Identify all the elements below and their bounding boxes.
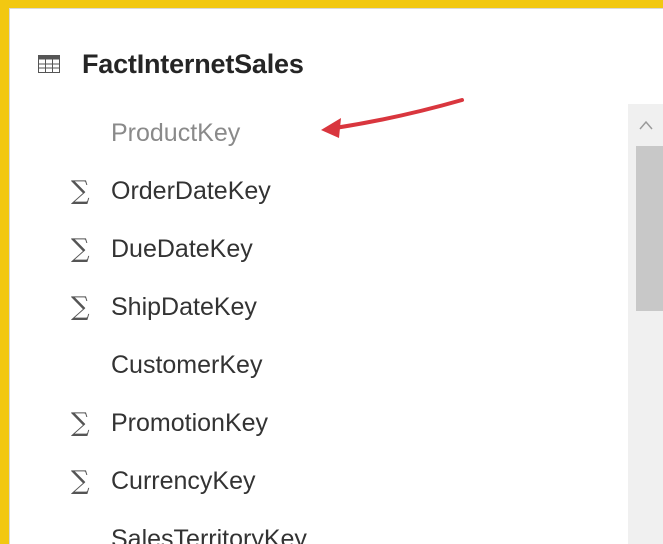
field-item[interactable]: ∑ OrderDateKey <box>71 162 307 220</box>
field-label: DueDateKey <box>111 234 253 263</box>
field-list: ProductKey ∑ OrderDateKey ∑ DueDateKey ∑ ShipD… <box>71 104 307 544</box>
field-item[interactable]: ∑ ShipDateKey <box>71 278 307 336</box>
scrollbar-thumb[interactable] <box>636 146 663 311</box>
annotation-arrow <box>321 98 464 138</box>
vertical-scrollbar[interactable] <box>628 104 663 544</box>
field-label: PromotionKey <box>111 408 269 437</box>
field-label: OrderDateKey <box>111 176 271 205</box>
field-item[interactable]: ∑ CurrencyKey <box>71 452 307 510</box>
field-label: SalesTerritoryKey <box>111 524 307 544</box>
sigma-icon: ∑ <box>71 292 90 322</box>
sigma-icon: ∑ <box>71 234 90 264</box>
field-item[interactable]: SalesTerritoryKey <box>71 510 307 544</box>
table-icon <box>38 55 60 73</box>
sigma-icon: ∑ <box>71 466 90 496</box>
field-item[interactable]: CustomerKey <box>71 336 307 394</box>
sigma-icon: ∑ <box>71 408 90 438</box>
scroll-up-button[interactable] <box>628 104 663 146</box>
field-label: CurrencyKey <box>111 466 256 495</box>
field-label: ProductKey <box>111 118 241 147</box>
chevron-up-icon <box>639 120 653 130</box>
field-label: ShipDateKey <box>111 292 257 321</box>
table-header[interactable]: FactInternetSales <box>38 42 304 86</box>
sigma-icon: ∑ <box>71 176 90 206</box>
field-item[interactable]: ∑ DueDateKey <box>71 220 307 278</box>
field-item[interactable]: ProductKey <box>71 104 307 162</box>
fields-pane: FactInternetSales ProductKey ∑ OrderDateKe… <box>0 0 663 544</box>
table-name: FactInternetSales <box>82 48 304 79</box>
field-item[interactable]: ∑ PromotionKey <box>71 394 307 452</box>
field-label: CustomerKey <box>111 350 263 379</box>
